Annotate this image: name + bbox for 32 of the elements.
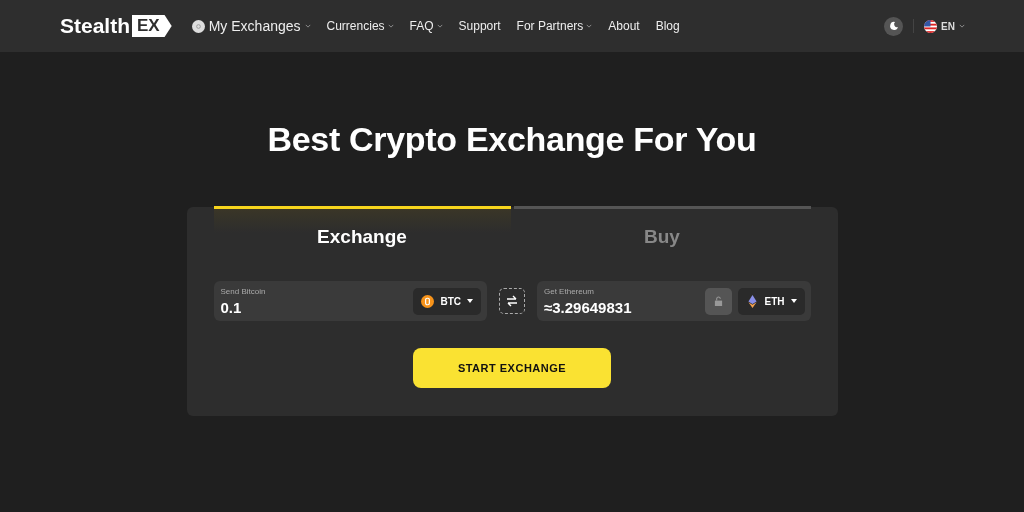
nav-link[interactable]: FAQ <box>409 19 443 33</box>
tab[interactable]: Buy <box>513 206 811 268</box>
swap-icon[interactable] <box>499 288 525 314</box>
currency-selector[interactable]: ETH <box>737 287 805 315</box>
bitcoin-icon <box>421 294 435 308</box>
nav-link[interactable]: Support <box>458 19 501 33</box>
logo[interactable]: Stealth EX <box>60 14 172 38</box>
language-selector[interactable]: EN <box>924 19 965 33</box>
dropdown-arrow-icon <box>790 299 797 303</box>
nav-link[interactable]: Blog <box>655 19 680 33</box>
receive-amount-field[interactable]: Get Ethereum ≈3.29649831 ETH <box>537 281 811 321</box>
field-label: Send Bitcoin <box>220 286 267 296</box>
ethereum-icon <box>745 294 759 308</box>
account-icon <box>191 19 205 33</box>
amount-value: ≈3.29649831 <box>544 298 633 316</box>
nav-link[interactable]: For Partners <box>516 19 593 33</box>
nav-link[interactable]: My Exchanges <box>191 18 311 34</box>
nav-link[interactable]: Currencies <box>326 19 394 33</box>
nav-link[interactable]: About <box>608 19 640 33</box>
chevron-down-icon <box>959 24 965 28</box>
moon-icon <box>888 21 899 31</box>
theme-toggle-button[interactable] <box>884 16 904 36</box>
field-label: Get Ethereum <box>544 286 595 296</box>
amount-value: 0.1 <box>220 298 243 316</box>
send-amount-field[interactable]: Send Bitcoin 0.1 BTC <box>213 281 487 321</box>
lock-button[interactable] <box>704 287 732 315</box>
flag-icon <box>924 19 938 33</box>
dropdown-arrow-icon <box>467 299 473 303</box>
page-heading: Best Crypto Exchange For You <box>267 120 757 159</box>
start-exchange-button[interactable]: START EXCHANGE <box>413 348 611 388</box>
lock-icon <box>713 295 723 307</box>
currency-selector[interactable]: BTC <box>413 287 481 315</box>
